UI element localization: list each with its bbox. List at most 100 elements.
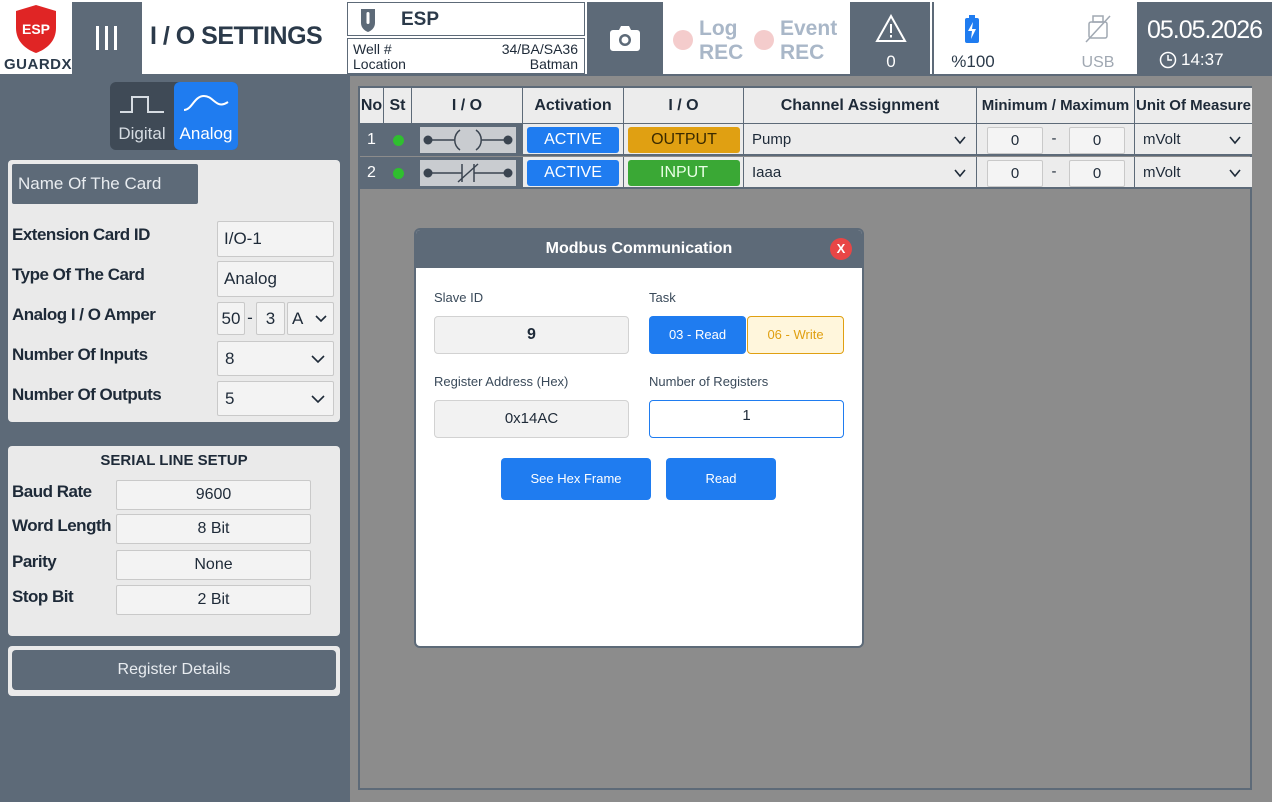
- channel-value: Pump: [752, 131, 792, 148]
- analog-button[interactable]: Analog: [174, 82, 238, 150]
- inputs-count-value: 8: [225, 349, 235, 368]
- event-rec-button[interactable]: Event REC: [748, 2, 850, 74]
- slave-id-label: Slave ID: [434, 290, 484, 305]
- chevron-down-icon: [311, 395, 325, 404]
- register-details-wrap: Register Details: [8, 646, 340, 696]
- baud-rate-value[interactable]: 9600: [116, 480, 311, 510]
- digital-button[interactable]: Digital: [110, 82, 174, 150]
- pump-icon: [361, 9, 375, 32]
- outputs-count-select[interactable]: 5: [217, 381, 334, 416]
- event-rec-line1: Event: [780, 17, 838, 40]
- activation-badge[interactable]: ACTIVE: [527, 127, 619, 153]
- channel-select[interactable]: Iaaa: [744, 157, 976, 189]
- location-value: Batman: [529, 56, 578, 72]
- card-name-input[interactable]: Name Of The Card: [12, 164, 198, 204]
- extension-card-id-value[interactable]: I/O-1: [217, 221, 334, 257]
- unit-cell[interactable]: mVolt: [1135, 124, 1252, 156]
- outputs-count-label: Number Of Outputs: [12, 385, 162, 404]
- modbus-dialog: Modbus Communication X Slave ID 9 Task 0…: [414, 228, 864, 648]
- col-header-status: St: [384, 88, 412, 124]
- page-title: I / O SETTINGS: [150, 22, 323, 50]
- amper-unit-select[interactable]: A: [287, 302, 334, 335]
- channel-cell[interactable]: Iaaa: [744, 157, 977, 189]
- log-rec-line1: Log: [699, 17, 738, 40]
- unit-select[interactable]: mVolt: [1135, 157, 1251, 189]
- status-cell: [384, 124, 412, 156]
- io-type-cell: OUTPUT: [624, 124, 744, 156]
- num-registers-label: Number of Registers: [649, 374, 769, 389]
- col-header-io-symbol: I / O: [412, 88, 523, 124]
- card-type-value[interactable]: Analog: [217, 261, 334, 297]
- battery-status: %100: [932, 2, 1010, 74]
- row-number: 1: [360, 124, 384, 156]
- register-address-label: Register Address (Hex): [434, 374, 569, 389]
- channel-cell[interactable]: Pump: [744, 124, 977, 156]
- num-registers-input[interactable]: 1: [649, 400, 844, 438]
- app-logo: ESP GUARDX: [4, 4, 73, 73]
- col-header-no: No: [360, 88, 384, 124]
- register-details-button[interactable]: Register Details: [12, 650, 336, 690]
- min-input[interactable]: 0: [987, 127, 1043, 154]
- parity-value[interactable]: None: [116, 550, 311, 580]
- amper-max-input[interactable]: 50: [217, 302, 245, 335]
- alarm-button[interactable]: 0: [852, 2, 930, 74]
- word-length-label: Word Length: [12, 516, 112, 535]
- col-header-min-max: Minimum / Maximum: [977, 88, 1135, 124]
- channel-select[interactable]: Pump: [744, 124, 976, 156]
- io-symbol-cell: [412, 124, 523, 156]
- unit-cell[interactable]: mVolt: [1135, 157, 1252, 189]
- activation-cell: ACTIVE: [523, 157, 624, 189]
- io-type-badge-output[interactable]: OUTPUT: [628, 127, 740, 153]
- coil-output-icon: [420, 127, 516, 153]
- analog-label: Analog: [179, 124, 233, 143]
- device-selector[interactable]: ESP: [347, 2, 585, 36]
- device-label: ESP: [401, 9, 440, 30]
- battery-level: %100: [951, 52, 995, 71]
- stop-bit-value[interactable]: 2 Bit: [116, 585, 311, 615]
- activation-badge[interactable]: ACTIVE: [527, 160, 619, 186]
- max-input[interactable]: 0: [1069, 127, 1125, 154]
- dialog-title: Modbus Communication: [416, 230, 862, 268]
- digital-label: Digital: [118, 124, 166, 143]
- see-hex-frame-button[interactable]: See Hex Frame: [501, 458, 651, 500]
- card-type-label: Type Of The Card: [12, 265, 145, 284]
- log-rec-line2: REC: [699, 41, 744, 64]
- menu-button[interactable]: [72, 2, 142, 74]
- menu-icon: [96, 26, 118, 50]
- date-time: 05.05.2026 14:37: [1137, 2, 1272, 74]
- usb-label: USB: [1081, 54, 1115, 71]
- max-input[interactable]: 0: [1069, 160, 1125, 187]
- status-cell: [384, 157, 412, 189]
- chevron-down-icon: [311, 355, 325, 364]
- min-max-separator: -: [1051, 130, 1057, 147]
- battery-icon: [965, 15, 979, 43]
- min-input[interactable]: 0: [987, 160, 1043, 187]
- task-label: Task: [649, 290, 676, 305]
- unit-value: mVolt: [1143, 164, 1181, 181]
- word-length-value[interactable]: 8 Bit: [116, 514, 311, 544]
- register-address-input[interactable]: 0x14AC: [434, 400, 629, 438]
- unit-select[interactable]: mVolt: [1135, 124, 1251, 156]
- shield-logo-icon: ESP: [16, 5, 56, 53]
- task-read-button[interactable]: 03 - Read: [649, 316, 746, 354]
- nc-contact-input-icon: [420, 160, 516, 186]
- unit-value: mVolt: [1143, 131, 1181, 148]
- inputs-count-select[interactable]: 8: [217, 341, 334, 376]
- col-header-activation: Activation: [523, 88, 624, 124]
- screenshot-button[interactable]: [587, 2, 663, 74]
- slave-id-input[interactable]: 9: [434, 316, 629, 354]
- read-button[interactable]: Read: [666, 458, 776, 500]
- log-rec-button[interactable]: Log REC: [667, 2, 759, 74]
- task-write-button[interactable]: 06 - Write: [747, 316, 844, 354]
- chevron-down-icon: [1229, 169, 1241, 178]
- stop-bit-label: Stop Bit: [12, 587, 74, 606]
- io-type-badge-input[interactable]: INPUT: [628, 160, 740, 186]
- io-type-toggle: Digital Analog: [110, 82, 238, 150]
- amper-label: Analog I / O Amper: [12, 305, 156, 324]
- chevron-down-icon: [315, 315, 327, 323]
- event-rec-line2: REC: [780, 41, 825, 64]
- amper-min-input[interactable]: 3: [256, 302, 285, 335]
- brand-name: GUARDX: [4, 56, 73, 73]
- close-button[interactable]: X: [830, 238, 852, 260]
- clock-icon: [1159, 51, 1177, 69]
